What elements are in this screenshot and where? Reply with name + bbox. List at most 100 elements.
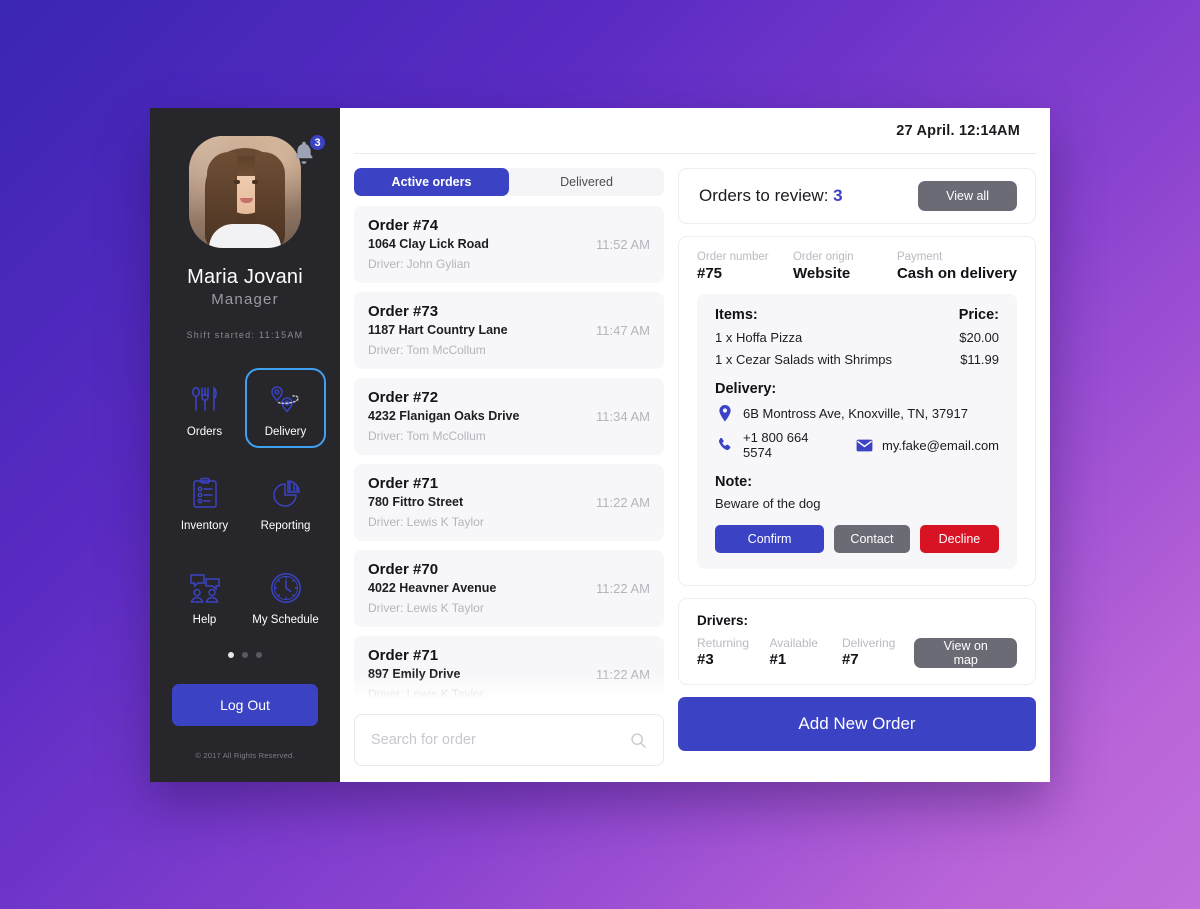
sidebar-item-label: Inventory bbox=[180, 520, 229, 532]
meta-value: #75 bbox=[697, 265, 723, 282]
driver-stat-returning: Returning #3 bbox=[697, 636, 769, 668]
order-address: 897 Emily Drive bbox=[368, 667, 461, 681]
map-pin-icon bbox=[715, 405, 735, 422]
pager-dot[interactable] bbox=[256, 652, 262, 658]
orders-list[interactable]: Order #74 1064 Clay Lick Road Driver: Jo… bbox=[354, 206, 664, 704]
orders-to-review-panel: Orders to review: 3 View all bbox=[678, 168, 1036, 224]
order-time: 11:52 AM bbox=[596, 236, 650, 252]
sidebar-item-label: My Schedule bbox=[252, 614, 319, 626]
drivers-stats-row: Returning #3 Available #1 Delivering #7 … bbox=[697, 636, 1018, 668]
order-title: Order #73 bbox=[368, 303, 439, 320]
sidebar-item-reporting[interactable]: Reporting bbox=[245, 462, 326, 542]
order-list-item[interactable]: Order #71 897 Emily Drive Driver: Lewis … bbox=[354, 636, 664, 704]
drivers-title: Drivers: bbox=[697, 613, 749, 628]
meta-value: Cash on delivery bbox=[896, 265, 1018, 282]
driver-stat-delivering: Delivering #7 bbox=[842, 636, 914, 668]
note-text: Beware of the dog bbox=[715, 496, 821, 511]
driver-stat-label: Available bbox=[769, 636, 818, 650]
confirm-button[interactable]: Confirm bbox=[715, 525, 825, 553]
pager-dot[interactable] bbox=[228, 652, 234, 658]
order-time: 11:47 AM bbox=[596, 322, 650, 338]
order-actions: Confirm Contact Decline bbox=[715, 525, 1000, 553]
delivery-address-text: 6B Montross Ave, Knoxville, TN, 37917 bbox=[743, 406, 968, 421]
order-driver: Driver: Lewis K Taylor bbox=[368, 687, 484, 701]
notification-count: 3 bbox=[308, 133, 327, 152]
detail-column: Orders to review: 3 View all Order numbe… bbox=[678, 168, 1036, 766]
order-list-item[interactable]: Order #74 1064 Clay Lick Road Driver: Jo… bbox=[354, 206, 664, 283]
sidebar-pager[interactable] bbox=[150, 652, 340, 658]
sidebar-item-label: Reporting bbox=[260, 520, 311, 532]
delivery-title: Delivery: bbox=[715, 381, 777, 397]
logout-button[interactable]: Log Out bbox=[172, 684, 318, 726]
decline-button[interactable]: Decline bbox=[919, 525, 1000, 553]
order-address: 1064 Clay Lick Road bbox=[368, 237, 489, 251]
orders-column: Active orders Delivered Order #74 1064 C… bbox=[354, 168, 664, 766]
order-driver: Driver: Lewis K Taylor bbox=[368, 601, 484, 615]
avatar-image bbox=[189, 136, 301, 248]
order-time: 11:22 AM bbox=[596, 580, 650, 596]
item-name: 1 x Hoffa Pizza bbox=[715, 330, 803, 345]
pager-dot[interactable] bbox=[242, 652, 248, 658]
cutlery-icon bbox=[188, 378, 222, 422]
sidebar-item-my-schedule[interactable]: My Schedule bbox=[245, 556, 326, 636]
search-input[interactable] bbox=[371, 732, 630, 748]
sidebar-item-delivery[interactable]: Delivery bbox=[245, 368, 326, 448]
driver-stat-value: #3 bbox=[697, 651, 714, 668]
copyright-text: © 2017 All Rights Reserved. bbox=[195, 751, 295, 760]
avatar: 3 bbox=[189, 133, 327, 248]
app-window: 3 Maria Jovani Manager Shift started: 11… bbox=[150, 108, 1050, 782]
order-time: 11:34 AM bbox=[596, 408, 650, 424]
tab-active-orders[interactable]: Active orders bbox=[354, 168, 509, 196]
order-time: 11:22 AM bbox=[596, 494, 650, 510]
notification-bell[interactable]: 3 bbox=[289, 133, 327, 172]
order-address: 1187 Hart Country Lane bbox=[368, 323, 508, 337]
order-title: Order #70 bbox=[368, 561, 439, 578]
contact-button[interactable]: Contact bbox=[834, 525, 910, 553]
search-box[interactable] bbox=[354, 714, 664, 766]
order-list-item[interactable]: Order #73 1187 Hart Country Lane Driver:… bbox=[354, 292, 664, 369]
order-list-item[interactable]: Order #72 4232 Flanigan Oaks Drive Drive… bbox=[354, 378, 664, 455]
order-list-item[interactable]: Order #70 4022 Heavner Avenue Driver: Le… bbox=[354, 550, 664, 627]
drivers-panel: Drivers: Returning #3 Available #1 Deliv… bbox=[678, 598, 1036, 685]
price-header-label: Price: bbox=[958, 307, 999, 323]
order-meta-row: Order number #75 Order origin Website Pa… bbox=[697, 251, 1017, 282]
route-pin-icon bbox=[267, 378, 305, 422]
items-box: Items: Price: 1 x Hoffa Pizza $20.00 1 x… bbox=[697, 294, 1017, 569]
order-number-field: Order number #75 bbox=[697, 251, 793, 282]
delivery-phone-text: +1 800 664 5574 bbox=[743, 430, 809, 460]
sidebar-item-label: Help bbox=[192, 614, 217, 626]
view-on-map-button[interactable]: View on map bbox=[914, 638, 1018, 668]
meta-label: Payment bbox=[896, 251, 943, 263]
note-title: Note: bbox=[715, 474, 753, 490]
chat-people-icon bbox=[187, 566, 223, 610]
pie-chart-icon bbox=[269, 472, 303, 516]
order-address: 4022 Heavner Avenue bbox=[368, 581, 497, 595]
orders-to-review-count: 3 bbox=[833, 186, 843, 205]
order-time: 11:22 AM bbox=[596, 666, 650, 682]
profile-name: Maria Jovani bbox=[187, 266, 303, 288]
order-list-item[interactable]: Order #71 780 Fittro Street Driver: Lewi… bbox=[354, 464, 664, 541]
view-all-button[interactable]: View all bbox=[918, 181, 1017, 211]
tab-delivered[interactable]: Delivered bbox=[509, 168, 664, 196]
search-icon[interactable] bbox=[630, 732, 647, 749]
sidebar-item-help[interactable]: Help bbox=[164, 556, 245, 636]
order-detail-panel: Order number #75 Order origin Website Pa… bbox=[678, 236, 1036, 586]
topbar: 27 April. 12:14AM bbox=[354, 108, 1036, 154]
items-header-row: Items: Price: bbox=[715, 307, 999, 323]
sidebar-item-inventory[interactable]: Inventory bbox=[164, 462, 245, 542]
items-header-label: Items: bbox=[715, 307, 758, 323]
item-name: 1 x Cezar Salads with Shrimps bbox=[715, 352, 893, 367]
driver-stat-label: Delivering bbox=[841, 636, 896, 650]
main-content: 27 April. 12:14AM Active orders Delivere… bbox=[340, 108, 1050, 782]
order-driver: Driver: John Gylian bbox=[368, 257, 471, 271]
sidebar-item-label: Delivery bbox=[264, 426, 307, 438]
profile-role: Manager bbox=[211, 291, 279, 308]
add-new-order-button[interactable]: Add New Order bbox=[678, 697, 1036, 751]
sidebar-item-label: Orders bbox=[186, 426, 223, 438]
orders-to-review-label: Orders to review: 3 bbox=[699, 186, 843, 206]
sidebar-item-orders[interactable]: Orders bbox=[164, 368, 245, 448]
driver-stat-value: #1 bbox=[769, 651, 787, 668]
driver-stat-label: Returning bbox=[697, 636, 750, 650]
header-date: 27 April. 12:14AM bbox=[896, 122, 1020, 139]
order-title: Order #72 bbox=[368, 389, 439, 406]
